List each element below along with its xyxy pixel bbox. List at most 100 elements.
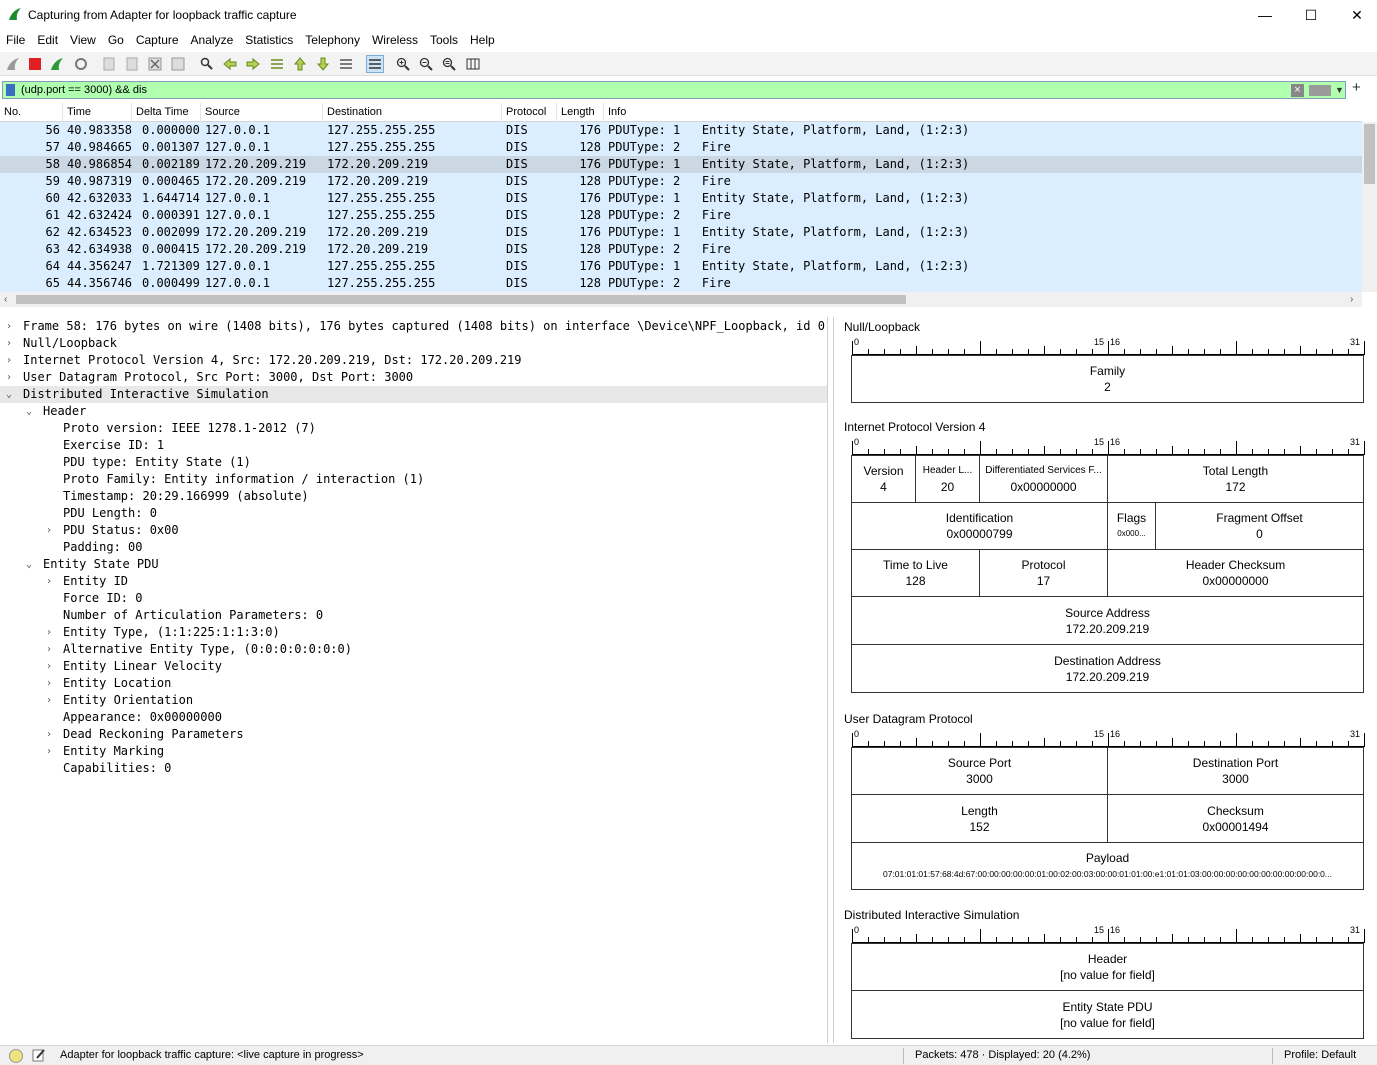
- menu-analyze[interactable]: Analyze: [185, 30, 240, 51]
- capture-options-icon[interactable]: [72, 55, 90, 73]
- tree-item[interactable]: › Internet Protocol Version 4, Src: 172.2…: [0, 352, 827, 369]
- chevron-right-icon[interactable]: ›: [44, 726, 54, 743]
- display-filter-input[interactable]: [21, 82, 1281, 98]
- chevron-right-icon[interactable]: ›: [4, 369, 14, 386]
- go-back-icon[interactable]: [221, 55, 239, 73]
- tree-item[interactable]: PDU Length: 0: [0, 505, 827, 522]
- chevron-right-icon[interactable]: ›: [4, 352, 14, 369]
- chevron-right-icon[interactable]: ›: [4, 318, 14, 335]
- add-filter-button-icon[interactable]: +: [1352, 79, 1361, 96]
- ipv4-fragment-offset-field[interactable]: Fragment Offset 0: [1155, 502, 1364, 550]
- scroll-right-icon[interactable]: ›: [1350, 292, 1353, 307]
- close-file-icon[interactable]: [146, 55, 164, 73]
- chevron-right-icon[interactable]: ›: [44, 743, 54, 760]
- tree-item[interactable]: Timestamp: 20:29.166999 (absolute): [0, 488, 827, 505]
- zoom-in-icon[interactable]: [394, 55, 412, 73]
- reload-file-icon[interactable]: [169, 55, 187, 73]
- packet-list-horizontal-scrollbar[interactable]: ‹ ›: [0, 292, 1362, 307]
- start-capture-icon[interactable]: [4, 55, 22, 73]
- profile-selector[interactable]: Profile: Default: [1284, 1049, 1356, 1061]
- chevron-right-icon[interactable]: ›: [44, 675, 54, 692]
- dis-entity-state-pdu-field[interactable]: Entity State PDU [no value for field]: [851, 990, 1364, 1039]
- tree-item[interactable]: Proto version: IEEE 1278.1-2012 (7): [0, 420, 827, 437]
- udp-length-field[interactable]: Length 152: [851, 794, 1108, 843]
- ipv4-version-field[interactable]: Version 4: [851, 455, 916, 503]
- menu-capture[interactable]: Capture: [130, 30, 185, 51]
- column-header-no[interactable]: No.: [0, 103, 63, 122]
- capture-comment-icon[interactable]: [32, 1048, 46, 1062]
- table-row[interactable]: 63 42.634938 0.000415 172.20.209.219 172.20.…: [0, 241, 1362, 258]
- tree-item[interactable]: › Null/Loopback: [0, 335, 827, 352]
- tree-item[interactable]: Padding: 00: [0, 539, 827, 556]
- table-row[interactable]: 58 40.986854 0.002189 172.20.209.219 172.20.…: [0, 156, 1362, 173]
- tree-item[interactable]: › Alternative Entity Type, (0:0:0:0:0:0:0…: [0, 641, 827, 658]
- find-packet-icon[interactable]: [198, 55, 216, 73]
- last-packet-icon[interactable]: [314, 55, 332, 73]
- family-field[interactable]: Family 2: [851, 355, 1364, 403]
- ipv4-checksum-field[interactable]: Header Checksum 0x00000000: [1107, 549, 1364, 597]
- tree-item[interactable]: Appearance: 0x00000000: [0, 709, 827, 726]
- tree-item[interactable]: › Entity ID: [0, 573, 827, 590]
- tree-item[interactable]: › Entity Linear Velocity: [0, 658, 827, 675]
- menu-file[interactable]: File: [0, 30, 31, 51]
- chevron-down-icon[interactable]: ⌄: [24, 403, 34, 420]
- ipv4-destination-address-field[interactable]: Destination Address 172.20.209.219: [851, 644, 1364, 693]
- chevron-down-icon[interactable]: ⌄: [4, 386, 14, 403]
- open-file-icon[interactable]: [100, 55, 118, 73]
- go-forward-icon[interactable]: [244, 55, 262, 73]
- normal-size-icon[interactable]: [440, 55, 458, 73]
- column-header-time[interactable]: Time: [63, 103, 132, 122]
- tree-item[interactable]: › Entity Orientation: [0, 692, 827, 709]
- scrollbar-thumb[interactable]: [1364, 124, 1375, 184]
- ipv4-flags-field[interactable]: Flags 0x000...: [1107, 502, 1156, 550]
- chevron-right-icon[interactable]: ›: [44, 573, 54, 590]
- scroll-left-icon[interactable]: ‹: [4, 292, 7, 307]
- table-row[interactable]: 56 40.983358 0.000000 127.0.0.1 127.255.255.…: [0, 122, 1362, 139]
- tree-item[interactable]: › Entity Type, (1:1:225:1:1:3:0): [0, 624, 827, 641]
- ipv4-protocol-field[interactable]: Protocol 17: [979, 549, 1108, 597]
- tree-item[interactable]: Number of Articulation Parameters: 0: [0, 607, 827, 624]
- column-header-length[interactable]: Length: [557, 103, 604, 122]
- tree-item[interactable]: › Entity Location: [0, 675, 827, 692]
- chevron-right-icon[interactable]: ›: [44, 658, 54, 675]
- table-row[interactable]: 57 40.984665 0.001307 127.0.0.1 127.255.255.…: [0, 139, 1362, 156]
- tree-item[interactable]: ⌄ Entity State PDU: [0, 556, 827, 573]
- menu-view[interactable]: View: [64, 30, 102, 51]
- tree-item[interactable]: Force ID: 0: [0, 590, 827, 607]
- menu-statistics[interactable]: Statistics: [239, 30, 299, 51]
- column-header-delta-time[interactable]: Delta Time: [132, 103, 201, 122]
- expert-info-icon[interactable]: [9, 1049, 23, 1063]
- ipv4-ttl-field[interactable]: Time to Live 128: [851, 549, 980, 597]
- go-to-packet-icon[interactable]: [268, 55, 286, 73]
- maximize-button[interactable]: ☐: [1288, 0, 1334, 30]
- autoscroll-icon[interactable]: [337, 55, 355, 73]
- tree-item[interactable]: PDU type: Entity State (1): [0, 454, 827, 471]
- column-header-destination[interactable]: Destination: [323, 103, 502, 122]
- chevron-right-icon[interactable]: ›: [4, 335, 14, 352]
- tree-item[interactable]: › User Datagram Protocol, Src Port: 3000,…: [0, 369, 827, 386]
- menu-tools[interactable]: Tools: [424, 30, 464, 51]
- ipv4-identification-field[interactable]: Identification 0x00000799: [851, 502, 1108, 550]
- clear-filter-icon[interactable]: ×: [1291, 84, 1304, 97]
- tree-item[interactable]: ⌄ Header: [0, 403, 827, 420]
- tree-item[interactable]: › Dead Reckoning Parameters: [0, 726, 827, 743]
- menu-go[interactable]: Go: [102, 30, 130, 51]
- table-row[interactable]: 61 42.632424 0.000391 127.0.0.1 127.255.255.…: [0, 207, 1362, 224]
- restart-capture-icon[interactable]: [48, 55, 66, 73]
- tree-item[interactable]: › PDU Status: 0x00: [0, 522, 827, 539]
- chevron-down-icon[interactable]: ⌄: [24, 556, 34, 573]
- ipv4-total-length-field[interactable]: Total Length 172: [1107, 455, 1364, 503]
- packet-list-vertical-scrollbar[interactable]: [1362, 122, 1377, 292]
- apply-filter-icon[interactable]: [1309, 85, 1331, 96]
- ipv4-source-address-field[interactable]: Source Address 172.20.209.219: [851, 596, 1364, 645]
- ipv4-dsfield-field[interactable]: Differentiated Services F... 0x00000000: [979, 455, 1108, 503]
- bookmark-icon[interactable]: [6, 84, 15, 96]
- resize-columns-icon[interactable]: [464, 55, 482, 73]
- colorize-icon[interactable]: [366, 55, 384, 73]
- ipv4-header-length-field[interactable]: Header L... 20: [915, 455, 980, 503]
- table-row[interactable]: 60 42.632033 1.644714 127.0.0.1 127.255.255.…: [0, 190, 1362, 207]
- filter-history-chevron-down-icon[interactable]: ▼: [1335, 85, 1344, 95]
- udp-source-port-field[interactable]: Source Port 3000: [851, 747, 1108, 795]
- chevron-right-icon[interactable]: ›: [44, 692, 54, 709]
- close-button[interactable]: ✕: [1334, 0, 1377, 30]
